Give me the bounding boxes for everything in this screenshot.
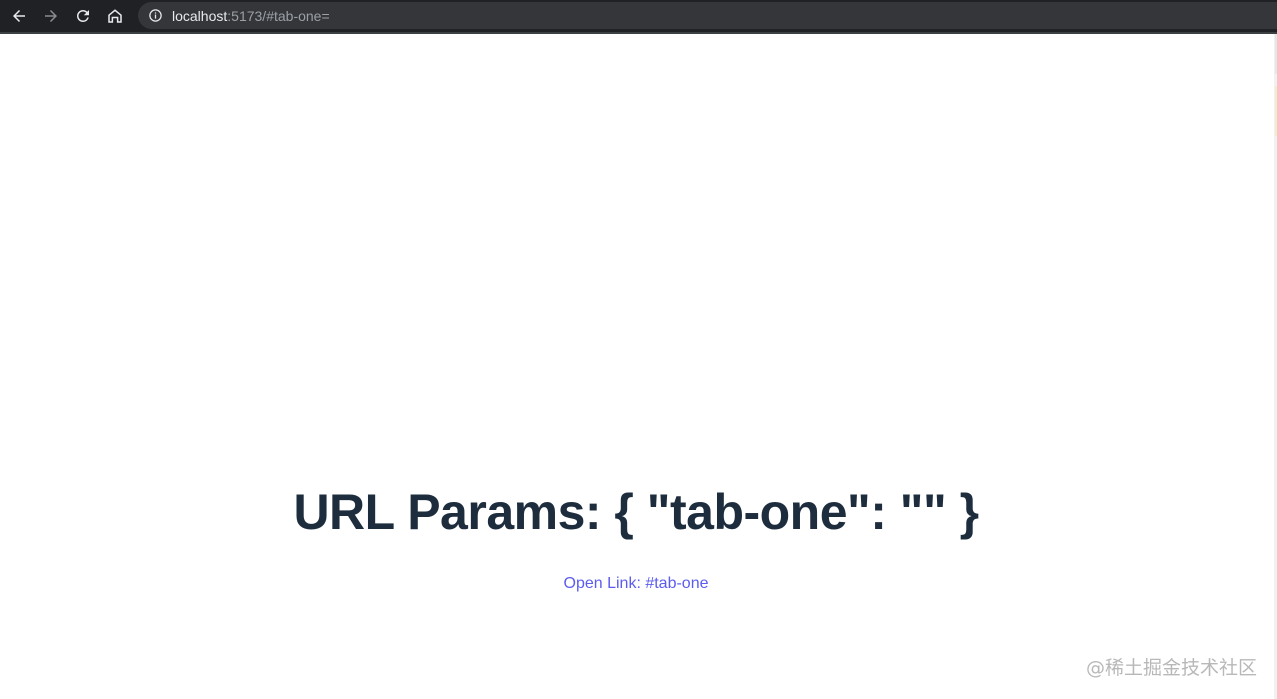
info-icon[interactable] [148,8,163,23]
toolbar-divider [0,32,1277,34]
open-link[interactable]: Open Link: #tab-one [564,575,709,592]
url-host: localhost [172,8,228,24]
arrow-right-icon [42,7,60,25]
link-row: Open Link: #tab-one [0,574,1272,594]
url-text[interactable]: localhost:5173/#tab-one= [172,8,330,24]
page-heading: URL Params: { "tab-one": "" } [293,484,979,540]
arrow-left-icon [10,7,28,25]
browser-toolbar: localhost:5173/#tab-one= [0,0,1277,32]
reload-button[interactable] [72,5,94,27]
address-bar[interactable]: localhost:5173/#tab-one= [138,2,1277,29]
back-button[interactable] [8,5,30,27]
watermark-text: @稀土掘金技术社区 [1085,657,1257,679]
home-icon [106,7,124,25]
forward-button[interactable] [40,5,62,27]
home-button[interactable] [104,5,126,27]
reload-icon [74,7,92,25]
url-path: :5173/#tab-one= [227,8,330,24]
